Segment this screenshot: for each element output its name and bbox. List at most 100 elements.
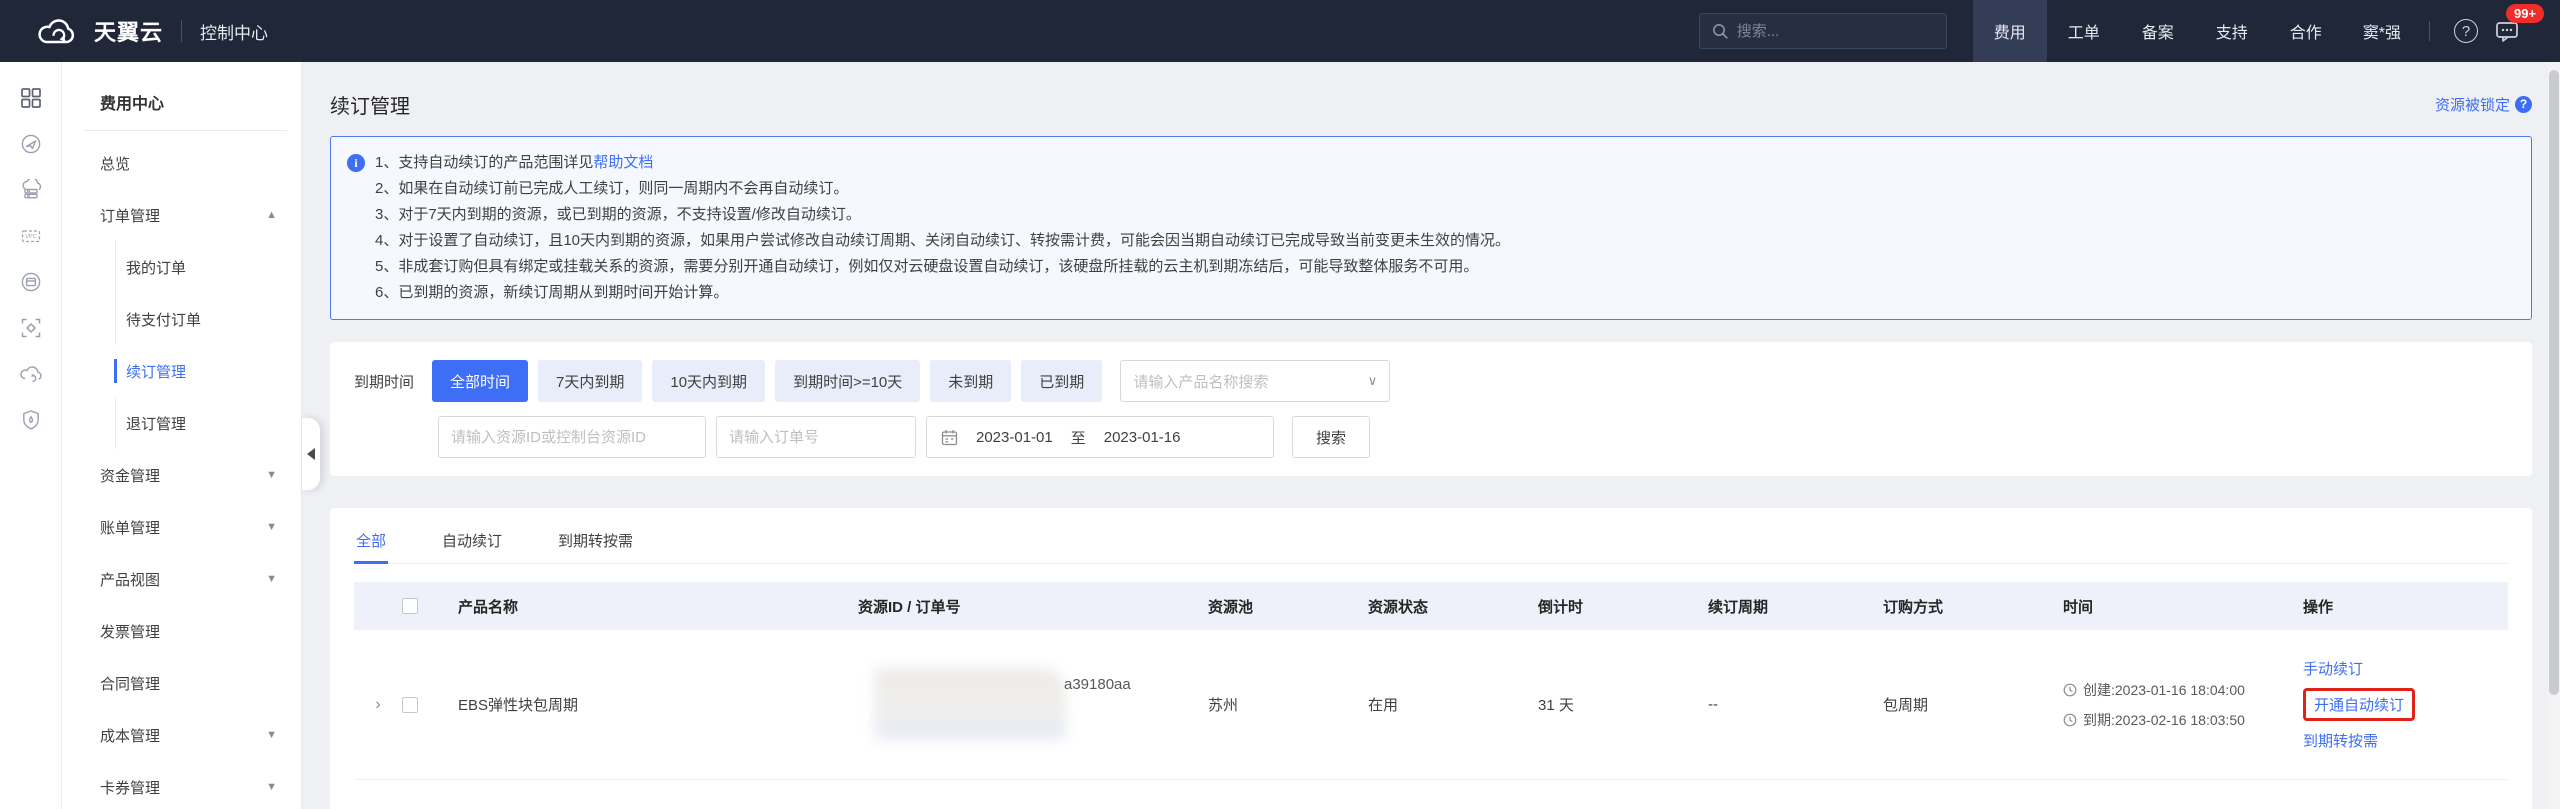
sidebar-item-renewal-management[interactable]: 续订管理 xyxy=(62,345,301,397)
cell-resource-id: a39180aa xyxy=(858,666,1208,744)
sidebar-item-pending-payment[interactable]: 待支付订单 xyxy=(62,293,301,345)
enable-auto-renew-link[interactable]: 开通自动续订 xyxy=(2314,697,2404,714)
redacted-resource-id xyxy=(874,667,1066,740)
sidebar-item-overview[interactable]: 总览 xyxy=(62,137,301,189)
sidebar-item-unsubscribe-management[interactable]: 退订管理 xyxy=(62,397,301,449)
row-expand-chevron-icon[interactable]: › xyxy=(354,696,402,714)
col-countdown: 倒计时 xyxy=(1538,598,1584,616)
resource-id-fragment: a39180aa xyxy=(1064,675,1131,693)
billing-sidebar: 费用中心 总览 订单管理 ▲ 我的订单 待支付订单 续订管理 退订管理 资金管理 ▼… xyxy=(62,62,302,809)
cell-pool: 苏州 xyxy=(1208,697,1239,714)
manual-renew-link[interactable]: 手动续订 xyxy=(2303,658,2363,679)
notice-line-2: 2、如果在自动续订前已完成人工续订，则同一周期内不会再自动续订。 xyxy=(375,180,849,197)
date-range-picker[interactable]: 2023-01-01 至 2023-01-16 xyxy=(926,416,1274,458)
tab-all[interactable]: 全部 xyxy=(354,522,389,564)
search-input[interactable] xyxy=(1736,22,1934,40)
sidebar-item-contract-management[interactable]: 合同管理 xyxy=(62,657,301,709)
renewal-notice-box: i 1、支持自动续订的产品范围详见帮助文档 2、如果在自动续订前已完成人工续订，… xyxy=(330,136,2532,320)
sidebar-item-funds-management[interactable]: 资金管理 ▼ xyxy=(62,449,301,501)
sidebar-divider xyxy=(84,130,287,131)
tab-auto-renew[interactable]: 自动续订 xyxy=(440,522,504,563)
chevron-down-icon: ▼ xyxy=(266,729,277,741)
nav-item-support[interactable]: 支持 xyxy=(2195,0,2269,62)
sidebar-item-cost-management[interactable]: 成本管理 ▼ xyxy=(62,709,301,761)
question-mark-icon[interactable]: ? xyxy=(2515,95,2532,113)
product-icon-rail: VPC xyxy=(0,62,62,809)
created-time: 创建:2023-01-16 18:04:00 xyxy=(2083,681,2245,698)
sidebar-item-bill-management[interactable]: 账单管理 ▼ xyxy=(62,501,301,553)
vpc-network-icon[interactable]: VPC xyxy=(19,224,43,248)
ecs-compute-icon[interactable] xyxy=(19,132,43,156)
date-from-value[interactable]: 2023-01-01 xyxy=(976,429,1053,446)
nav-item-tickets[interactable]: 工单 xyxy=(2047,0,2121,62)
dashboard-grid-icon[interactable] xyxy=(19,86,43,110)
filter-chip-gte-10days[interactable]: 到期时间>=10天 xyxy=(775,360,921,402)
highlight-box: 开通自动续订 xyxy=(2303,688,2416,721)
topbar-search[interactable] xyxy=(1698,13,1947,49)
nav-item-cooperation[interactable]: 合作 xyxy=(2269,0,2343,62)
row-checkbox[interactable] xyxy=(402,696,418,713)
username[interactable]: 窦*强 xyxy=(2343,19,2421,43)
select-all-checkbox[interactable] xyxy=(402,598,418,614)
sidebar-item-invoice-management[interactable]: 发票管理 xyxy=(62,605,301,657)
notice-line-1: 1、支持自动续订的产品范围详见帮助文档 xyxy=(375,154,654,171)
cloud-transfer-icon[interactable] xyxy=(19,362,43,386)
col-resource-status: 资源状态 xyxy=(1368,598,1429,616)
sidebar-item-product-view[interactable]: 产品视图 ▼ xyxy=(62,553,301,605)
date-to-value[interactable]: 2023-01-16 xyxy=(1104,429,1181,446)
page-title: 续订管理 xyxy=(330,95,410,118)
tianyicloud-logo-icon xyxy=(34,16,80,47)
chevron-down-icon: ▼ xyxy=(266,469,277,481)
security-shield-icon[interactable] xyxy=(19,408,43,432)
tab-expire-to-ondemand[interactable]: 到期转按需 xyxy=(556,522,635,563)
top-navbar: 天翼云 控制中心 费用 工单 备案 支持 合作 窦*强 ? 99+ xyxy=(0,0,2560,62)
filter-chip-not-expired[interactable]: 未到期 xyxy=(930,360,1012,402)
topbar-divider xyxy=(181,20,183,42)
locked-resources-link[interactable]: 资源被锁定 ? xyxy=(2435,94,2532,115)
cell-renew-cycle: -- xyxy=(1708,696,1718,713)
brand[interactable]: 天翼云 xyxy=(34,15,163,47)
order-number-input[interactable] xyxy=(716,416,916,458)
notifications-button[interactable]: 99+ xyxy=(2494,4,2545,44)
renewal-table-panel: 全部 自动续订 到期转按需 产品名称 资源ID / 订单号 资源池 资源状态 倒… xyxy=(330,508,2532,809)
notice-line-3: 3、对于7天内到期的资源，或已到期的资源，不支持设置/修改自动续订。 xyxy=(375,206,861,223)
expire-time-label: 到期时间 xyxy=(354,373,415,391)
notice-line-6: 6、已到期的资源，新续订周期从到期时间开始计算。 xyxy=(375,284,729,301)
col-order-mode: 订购方式 xyxy=(1883,598,1944,616)
vertical-scrollbar-track xyxy=(2548,62,2560,809)
table-row: › EBS弹性块包周期 a39180aa 苏州 在用 31 天 -- 包周期 创… xyxy=(354,630,2508,780)
sidebar-collapse-handle[interactable] xyxy=(302,418,320,490)
col-resource-pool: 资源池 xyxy=(1208,598,1254,616)
chevron-down-icon: ▼ xyxy=(266,573,277,585)
cell-order-mode: 包周期 xyxy=(1883,697,1929,714)
filter-chip-7days[interactable]: 7天内到期 xyxy=(538,360,643,402)
filter-chip-expired[interactable]: 已到期 xyxy=(1021,360,1103,402)
console-window-icon[interactable] xyxy=(19,270,43,294)
col-resource-id: 资源ID / 订单号 xyxy=(858,598,961,616)
console-center-label[interactable]: 控制中心 xyxy=(200,19,268,44)
info-icon: i xyxy=(347,154,365,172)
filter-chip-all-time[interactable]: 全部时间 xyxy=(432,360,529,402)
focus-resource-icon[interactable] xyxy=(19,316,43,340)
nav-item-icp[interactable]: 备案 xyxy=(2121,0,2195,62)
notice-line-4: 4、对于设置了自动续订，且10天内到期的资源，如果用户尝试修改自动续订周期、关闭… xyxy=(375,232,1511,249)
expire-to-ondemand-link[interactable]: 到期转按需 xyxy=(2303,730,2378,751)
calendar-icon xyxy=(941,429,958,446)
vertical-scrollbar-thumb[interactable] xyxy=(2549,70,2559,695)
search-button[interactable]: 搜索 xyxy=(1292,416,1370,458)
nav-item-billing[interactable]: 费用 xyxy=(1972,0,2047,62)
chevron-down-icon: ∨ xyxy=(1367,373,1378,388)
clock-icon xyxy=(2063,683,2077,697)
sidebar-item-coupon-management[interactable]: 卡券管理 ▼ xyxy=(62,761,301,809)
resource-id-input[interactable] xyxy=(438,416,706,458)
filter-chip-10days[interactable]: 10天内到期 xyxy=(652,360,766,402)
product-name-select[interactable]: 请输入产品名称搜索 ∨ xyxy=(1120,360,1391,402)
notification-badge: 99+ xyxy=(2506,4,2545,23)
brand-name: 天翼云 xyxy=(94,20,164,45)
cloud-server-icon[interactable] xyxy=(19,178,43,202)
sidebar-item-order-management[interactable]: 订单管理 ▲ xyxy=(62,189,301,241)
table-header-row: 产品名称 资源ID / 订单号 资源池 资源状态 倒计时 续订周期 订购方式 时… xyxy=(354,582,2508,630)
sidebar-item-my-orders[interactable]: 我的订单 xyxy=(62,241,301,293)
help-doc-link[interactable]: 帮助文档 xyxy=(593,154,653,171)
help-icon[interactable]: ? xyxy=(2454,19,2478,43)
